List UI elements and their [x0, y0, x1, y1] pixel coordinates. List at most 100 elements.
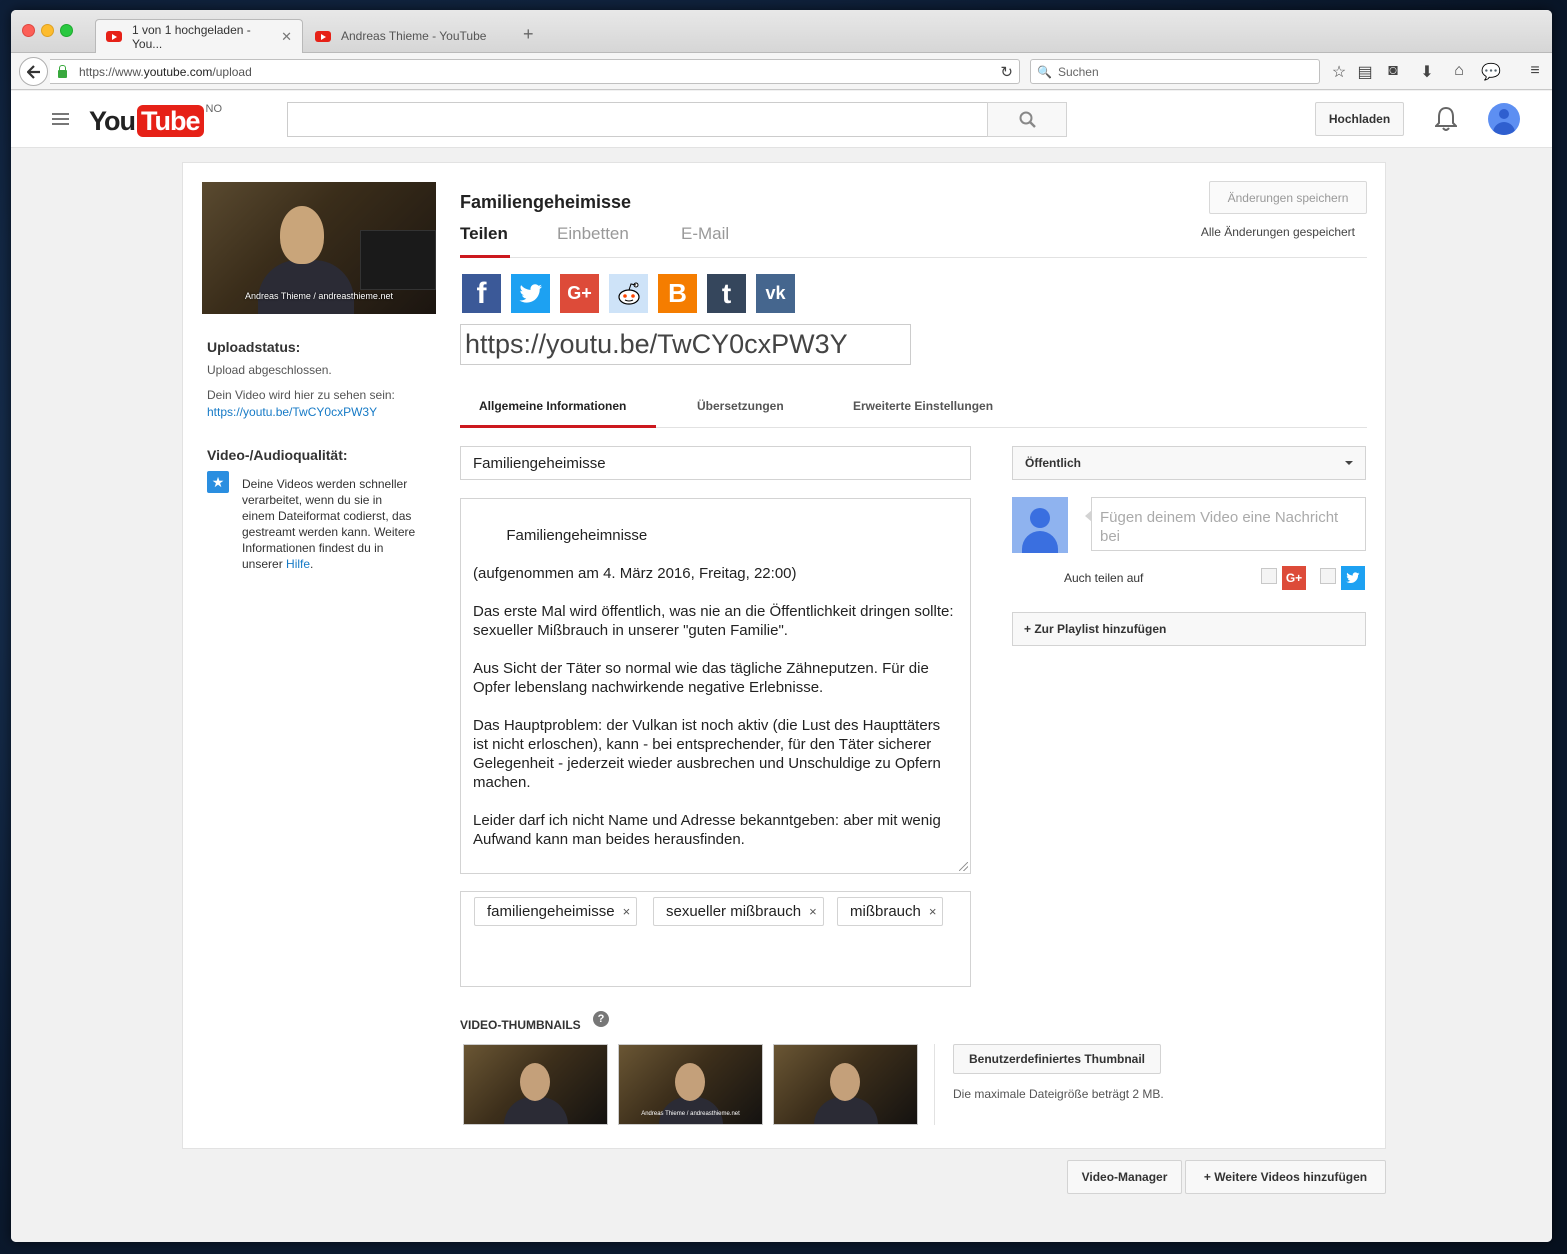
- video-preview-thumbnail[interactable]: Andreas Thieme / andreasthieme.net: [202, 182, 436, 314]
- twitter-share-icon[interactable]: [511, 274, 550, 313]
- quality-heading: Video-/Audioqualität:: [207, 447, 348, 463]
- resize-handle-icon[interactable]: [959, 862, 968, 871]
- info-tab-underline: [460, 425, 656, 428]
- thumbnail-watermark: Andreas Thieme / andreasthieme.net: [641, 1111, 740, 1117]
- browser-window: 1 von 1 hochgeladen - You... ✕ Andreas T…: [11, 10, 1552, 1242]
- custom-thumbnail-button[interactable]: Benutzerdefiniertes Thumbnail: [953, 1044, 1161, 1074]
- video-link[interactable]: https://youtu.be/TwCY0cxPW3Y: [207, 405, 377, 419]
- tab-title: 1 von 1 hochgeladen - You...: [132, 22, 251, 51]
- quality-info-end: .: [310, 557, 314, 571]
- youtube-favicon-icon: [315, 30, 331, 42]
- video-thumbnails-label: VIDEO-THUMBNAILS: [460, 1018, 581, 1032]
- tab-general-info[interactable]: Allgemeine Informationen: [479, 399, 626, 413]
- avatar: [1012, 497, 1068, 553]
- star-icon: ★: [207, 471, 229, 493]
- url-path: /upload: [212, 64, 252, 79]
- vk-share-icon[interactable]: vk: [756, 274, 795, 313]
- browser-search-field[interactable]: 🔍 Suchen: [1030, 59, 1320, 84]
- url-bar[interactable]: https://www. youtube.com/upload ↻: [50, 59, 1020, 84]
- logo-you: You: [89, 106, 136, 136]
- thumbnail-option-3[interactable]: [773, 1044, 918, 1125]
- url-domain: youtube.com: [143, 64, 213, 79]
- url-prefix: https://www.: [79, 64, 144, 79]
- thumbnail-option-2[interactable]: Andreas Thieme / andreasthieme.net: [618, 1044, 763, 1125]
- logo-tube: Tube: [137, 105, 204, 137]
- help-icon[interactable]: ?: [593, 1011, 609, 1027]
- tag-chip: familiengeheimisse ×: [474, 897, 638, 926]
- remove-tag-icon[interactable]: ×: [929, 904, 937, 919]
- tab-channel[interactable]: Andreas Thieme - YouTube: [305, 19, 515, 53]
- thumbnail-option-1[interactable]: [463, 1044, 608, 1125]
- account-avatar[interactable]: [1488, 103, 1520, 135]
- save-changes-button[interactable]: Änderungen speichern: [1209, 181, 1367, 214]
- upload-status-text: Upload abgeschlossen.: [207, 363, 332, 377]
- title-input[interactable]: Familiengeheimisse: [460, 446, 971, 480]
- quality-info-body: Deine Videos werden schneller verarbeite…: [242, 477, 416, 571]
- tab-title: Andreas Thieme - YouTube: [341, 29, 487, 43]
- reload-icon[interactable]: ↻: [1000, 63, 1013, 81]
- upload-button[interactable]: Hochladen: [1315, 102, 1404, 136]
- reading-list-icon[interactable]: ▤: [1355, 62, 1375, 82]
- upload-status-heading: Uploadstatus:: [207, 339, 301, 355]
- chat-icon[interactable]: 💬: [1481, 62, 1501, 82]
- back-button[interactable]: [19, 57, 48, 86]
- new-tab-button[interactable]: +: [523, 24, 534, 45]
- share-url-field[interactable]: https://youtu.be/TwCY0cxPW3Y: [460, 324, 911, 365]
- tab-embed[interactable]: Einbetten: [557, 224, 629, 244]
- tab-translations[interactable]: Übersetzungen: [697, 399, 784, 413]
- zoom-window-button[interactable]: [60, 24, 73, 37]
- google-plus-checkbox[interactable]: [1261, 568, 1277, 584]
- share-message-input[interactable]: Fügen deinem Video eine Nachricht bei: [1085, 497, 1366, 551]
- remove-tag-icon[interactable]: ×: [623, 904, 631, 919]
- facebook-share-icon[interactable]: f: [462, 274, 501, 313]
- back-arrow-icon: [26, 64, 40, 79]
- tab-upload[interactable]: 1 von 1 hochgeladen - You... ✕: [95, 19, 303, 53]
- blogger-share-icon[interactable]: B: [658, 274, 697, 313]
- chevron-down-icon: [1345, 461, 1353, 465]
- tab-share[interactable]: Teilen: [460, 224, 508, 244]
- tags-input[interactable]: familiengeheimisse × sexueller mißbrauch ×…: [460, 891, 971, 987]
- tab-email[interactable]: E-Mail: [681, 224, 729, 244]
- video-manager-button[interactable]: Video-Manager: [1067, 1160, 1182, 1194]
- search-icon: [1019, 111, 1036, 128]
- youtube-search-button[interactable]: [987, 102, 1067, 137]
- notifications-bell-icon[interactable]: [1435, 106, 1457, 132]
- privacy-select[interactable]: Öffentlich: [1012, 446, 1366, 480]
- help-link[interactable]: Hilfe: [286, 557, 310, 571]
- bookmark-star-icon[interactable]: ☆: [1329, 62, 1349, 82]
- pocket-icon[interactable]: ◙: [1383, 62, 1403, 80]
- youtube-search-input[interactable]: [287, 102, 988, 137]
- close-tab-icon[interactable]: ✕: [281, 29, 292, 45]
- add-to-playlist-button[interactable]: + Zur Playlist hinzufügen: [1012, 612, 1366, 646]
- page-viewport: You Tube NO Hochladen Andreas Thieme / a…: [11, 91, 1552, 1242]
- youtube-logo[interactable]: You Tube NO: [89, 103, 223, 137]
- downloads-icon[interactable]: ⬇: [1417, 62, 1437, 82]
- tag-label: familiengeheimisse: [487, 903, 615, 920]
- description-textarea[interactable]: Familiengeheimnisse (aufgenommen am 4. M…: [460, 498, 971, 874]
- twitter-checkbox[interactable]: [1320, 568, 1336, 584]
- tab-advanced-settings[interactable]: Erweiterte Einstellungen: [853, 399, 993, 413]
- minimize-window-button[interactable]: [41, 24, 54, 37]
- country-code: NO: [205, 103, 223, 115]
- reddit-share-icon[interactable]: [609, 274, 648, 313]
- browser-menu-icon[interactable]: ≡: [1525, 62, 1545, 80]
- tumblr-share-icon[interactable]: t: [707, 274, 746, 313]
- twitter-icon: [1341, 566, 1365, 590]
- also-share-label: Auch teilen auf: [1064, 571, 1144, 585]
- thumbnail-divider: [934, 1044, 935, 1125]
- add-more-videos-button[interactable]: + Weitere Videos hinzufügen: [1185, 1160, 1386, 1194]
- google-plus-icon: G+: [1282, 566, 1306, 590]
- remove-tag-icon[interactable]: ×: [809, 904, 817, 919]
- guide-menu-icon[interactable]: [52, 113, 69, 128]
- max-file-size-text: Die maximale Dateigröße beträgt 2 MB.: [953, 1087, 1164, 1101]
- saved-status-text: Alle Änderungen gespeichert: [1200, 225, 1355, 239]
- share-tab-underline: [460, 255, 510, 258]
- close-window-button[interactable]: [22, 24, 35, 37]
- upload-card: Andreas Thieme / andreasthieme.net Uploa…: [182, 162, 1386, 1149]
- twitter-bird-icon: [519, 283, 542, 303]
- home-icon[interactable]: ⌂: [1449, 62, 1469, 80]
- google-plus-share-icon[interactable]: G+: [560, 274, 599, 313]
- description-text: Familiengeheimnisse (aufgenommen am 4. M…: [473, 527, 954, 848]
- reddit-alien-icon: [617, 282, 640, 305]
- youtube-header: You Tube NO Hochladen: [11, 91, 1552, 148]
